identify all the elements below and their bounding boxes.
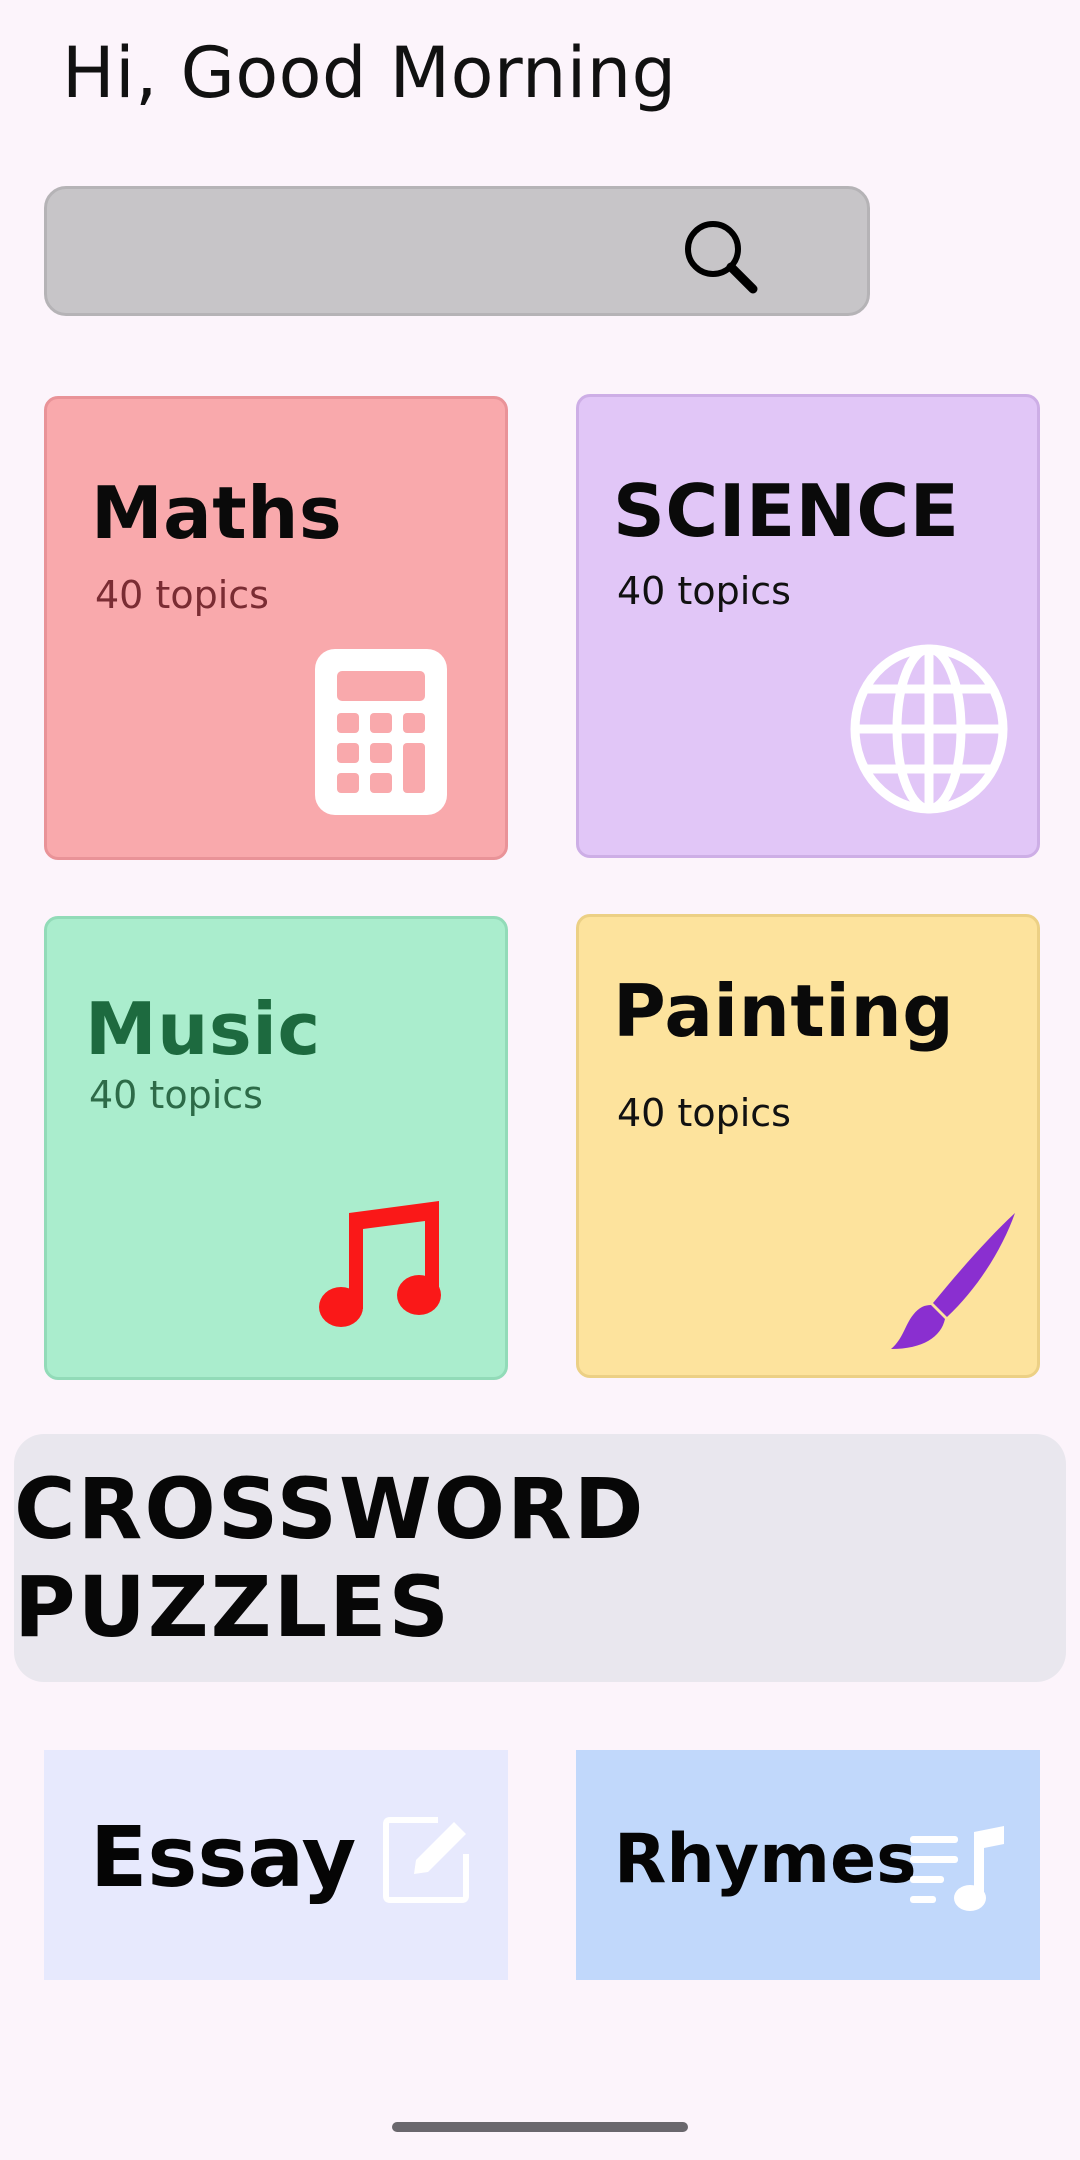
calculator-icon (315, 649, 447, 815)
category-subtitle: 40 topics (617, 569, 791, 613)
category-title: Maths (91, 471, 343, 555)
home-indicator[interactable] (392, 2122, 688, 2132)
search-input[interactable] (71, 213, 675, 291)
rhymes-label: Rhymes (614, 1820, 917, 1899)
essay-label: Essay (90, 1808, 357, 1906)
search-icon[interactable] (673, 209, 773, 309)
greeting-title: Hi, Good Morning (62, 32, 677, 114)
category-card-maths[interactable]: Maths 40 topics (44, 396, 508, 860)
category-card-music[interactable]: Music 40 topics (44, 916, 508, 1380)
category-card-painting[interactable]: Painting 40 topics (576, 914, 1040, 1378)
category-card-science[interactable]: SCIENCE 40 topics (576, 394, 1040, 858)
crossword-puzzles-button[interactable]: CROSSWORD PUZZLES (14, 1434, 1066, 1682)
globe-icon (850, 644, 1008, 814)
category-subtitle: 40 topics (617, 1091, 791, 1135)
crossword-label: CROSSWORD PUZZLES (14, 1460, 646, 1656)
music-note-icon (319, 1201, 441, 1327)
rhymes-card[interactable]: Rhymes (576, 1750, 1040, 1980)
category-subtitle: 40 topics (95, 573, 269, 617)
category-title: Music (85, 987, 321, 1071)
category-subtitle: 40 topics (89, 1073, 263, 1117)
category-title: SCIENCE (613, 469, 960, 553)
music-list-icon (910, 1826, 1004, 1911)
category-title: Painting (613, 969, 955, 1053)
essay-card[interactable]: Essay (44, 1750, 508, 1980)
paintbrush-icon (891, 1213, 1015, 1349)
edit-note-icon (383, 1817, 469, 1903)
search-bar[interactable] (44, 186, 870, 316)
